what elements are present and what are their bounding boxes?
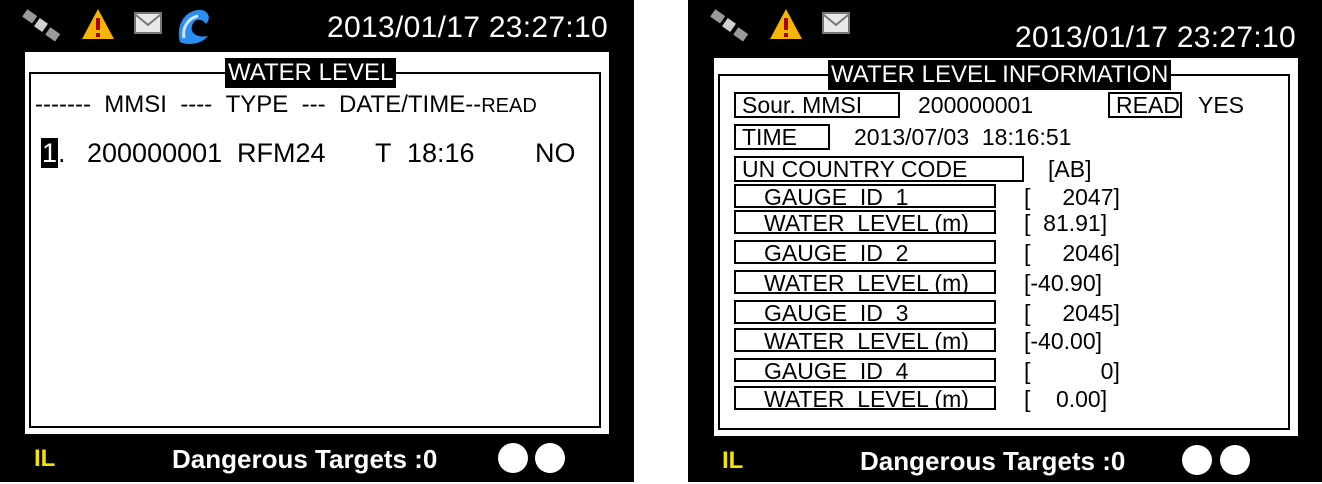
row-flag: T — [375, 138, 392, 168]
water-level-info-screen: 2013/01/17 23:27:10 WATER LEVEL INFORMAT… — [688, 0, 1322, 482]
header-type: TYPE — [225, 91, 289, 118]
wave-icon — [174, 4, 214, 51]
water-level-list-screen: 2013/01/17 23:27:10 WATER LEVEL ------- … — [0, 0, 634, 482]
dangerous-targets-count: Dangerous Targets :0 — [860, 446, 1126, 476]
water-level-value: [ 81.91] — [1024, 210, 1108, 236]
row-read: NO — [535, 138, 576, 168]
water-level-value: [-40.00] — [1024, 328, 1102, 354]
header-dashes: ------- — [35, 91, 91, 118]
time-value: 2013/07/03 18:16:51 — [854, 124, 1072, 150]
header-read: READ — [481, 95, 537, 117]
source-mmsi-label: Sour. MMSI — [734, 92, 900, 118]
time-label: TIME — [734, 124, 830, 150]
header-datetime: DATE/TIME-- — [338, 91, 482, 118]
gauge-id-label: GAUGE ID 2 — [734, 240, 996, 264]
water-level-value: [ 0.00] — [1024, 386, 1108, 412]
status-light-icon — [1220, 445, 1250, 475]
gauge-id-label: GAUGE ID 4 — [734, 358, 996, 382]
status-bar: 2013/01/17 23:27:10 — [0, 0, 634, 52]
water-level-panel: WATER LEVEL ------- MMSI ---- TYPE --- D… — [25, 52, 609, 434]
status-light-icon — [498, 443, 528, 473]
mail-icon — [134, 12, 162, 39]
bottom-bar: IL Dangerous Targets :0 — [0, 434, 634, 482]
gauge-id-value: [ 2045] — [1024, 300, 1120, 326]
dangerous-targets-count: Dangerous Targets :0 — [172, 444, 438, 474]
header-dashes: ---- — [180, 91, 213, 118]
source-mmsi-value: 200000001 — [918, 92, 1034, 118]
row-type: RFM24 — [237, 138, 326, 168]
mode-indicator: IL — [34, 445, 56, 472]
list-header: ------- MMSI ---- TYPE --- DATE/TIME--RE… — [35, 90, 537, 121]
status-light-icon — [535, 443, 565, 473]
panel-title: WATER LEVEL — [225, 58, 397, 88]
mail-icon — [822, 12, 850, 39]
warning-icon — [768, 6, 804, 47]
water-level-value: [-40.90] — [1024, 270, 1102, 296]
gauge-id-value: [ 2047] — [1024, 184, 1120, 210]
water-level-label: WATER LEVEL (m) — [734, 270, 996, 294]
mode-indicator: IL — [722, 447, 744, 474]
bottom-bar: IL Dangerous Targets :0 — [688, 436, 1322, 484]
satellite-icon — [20, 6, 64, 51]
row-index: 1 — [41, 138, 59, 168]
datetime-display: 2013/01/17 23:27:10 — [327, 11, 608, 44]
water-level-info-panel: WATER LEVEL INFORMATION Sour. MMSI 20000… — [714, 58, 1298, 436]
panel-frame — [29, 72, 601, 428]
gauge-id-label: GAUGE ID 1 — [734, 184, 996, 208]
gauge-id-value: [ 2046] — [1024, 240, 1120, 266]
country-code-value: [AB] — [1048, 156, 1092, 182]
row-time: 18:16 — [407, 138, 475, 168]
status-bar: 2013/01/17 23:27:10 — [688, 0, 1322, 54]
datetime-display: 2013/01/17 23:27:10 — [1015, 21, 1296, 54]
satellite-icon — [708, 6, 752, 51]
read-label: READ — [1108, 92, 1182, 118]
gauge-id-label: GAUGE ID 3 — [734, 300, 996, 324]
header-dashes: --- — [301, 91, 326, 118]
row-separator: . — [58, 138, 66, 168]
read-value: YES — [1198, 92, 1245, 118]
panel-title: WATER LEVEL INFORMATION — [828, 60, 1172, 90]
warning-icon — [80, 6, 116, 47]
water-level-label: WATER LEVEL (m) — [734, 386, 996, 410]
header-mmsi: MMSI — [104, 91, 167, 118]
water-level-label: WATER LEVEL (m) — [734, 210, 996, 234]
country-code-label: UN COUNTRY CODE — [734, 156, 1024, 182]
status-light-icon — [1182, 445, 1212, 475]
gauge-id-value: [ 0] — [1024, 358, 1120, 384]
row-mmsi: 200000001 — [87, 138, 223, 168]
water-level-label: WATER LEVEL (m) — [734, 328, 996, 352]
